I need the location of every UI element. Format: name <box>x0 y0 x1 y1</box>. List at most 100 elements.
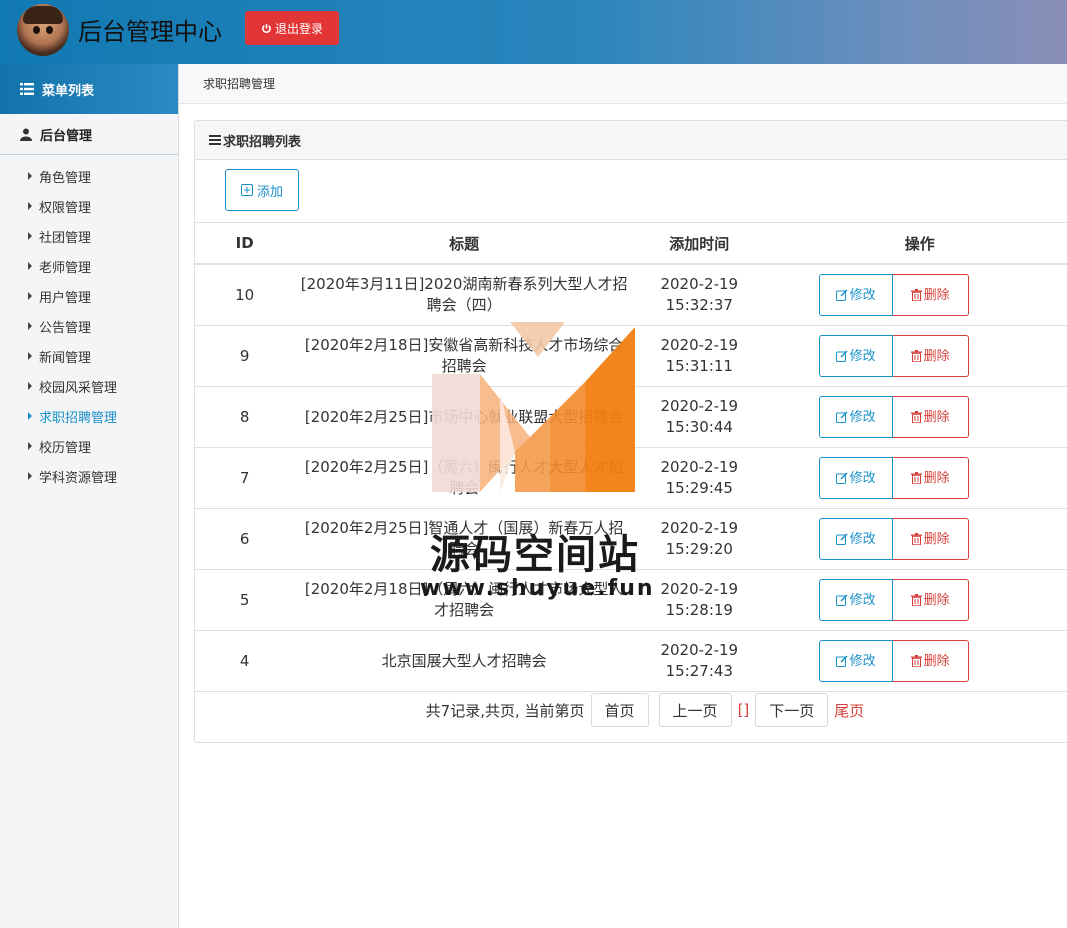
edit-label: 修改 <box>849 653 876 669</box>
delete-button[interactable]: 删除 <box>892 518 969 560</box>
avatar-icon[interactable] <box>17 4 69 56</box>
sidebar-item[interactable]: 求职招聘管理 <box>0 401 178 431</box>
cell-title-text: [2020年3月11日]2020湖南新春系列大型人才招聘会（四） <box>300 275 628 314</box>
delete-button[interactable]: 删除 <box>892 396 969 438</box>
sidebar-item[interactable]: 学科资源管理 <box>0 461 178 491</box>
delete-button[interactable]: 删除 <box>892 274 969 316</box>
current-page[interactable]: [] <box>738 701 750 719</box>
sidebar-item-label: 求职招聘管理 <box>39 410 118 426</box>
sidebar-item[interactable]: 用户管理 <box>0 281 178 311</box>
cell-time: 2020-2-19 15:31:11 <box>633 325 765 387</box>
sidebar-item-label: 角色管理 <box>39 170 92 186</box>
caret-right-icon <box>28 292 32 300</box>
cell-title-text: [2020年2月25日]（周六）闽行人才大型人才招聘会 <box>304 458 624 497</box>
first-page-button[interactable]: 首页 <box>590 693 649 727</box>
sidebar-item[interactable]: 校历管理 <box>0 431 178 461</box>
sidebar-item-label: 校园风采管理 <box>39 380 118 396</box>
sidebar-item[interactable]: 社团管理 <box>0 221 178 251</box>
job-list-panel: 求职招聘列表 添加 ID 标题 添加时间 操作 10 [2020年3月11日]20… <box>194 120 1067 743</box>
trash-icon <box>910 472 922 484</box>
cell-time-text: 2020-2-19 15:28:19 <box>660 580 739 619</box>
edit-icon <box>835 289 848 301</box>
trash-icon <box>910 411 922 423</box>
user-icon <box>20 128 32 141</box>
logout-button[interactable]: 退出登录 <box>245 11 339 45</box>
delete-button[interactable]: 删除 <box>892 457 969 499</box>
table-row: 10 [2020年3月11日]2020湖南新春系列大型人才招聘会（四） 2020-2… <box>195 264 1067 326</box>
sidebar-item[interactable]: 校园风采管理 <box>0 371 178 401</box>
cell-time-text: 2020-2-19 15:32:37 <box>660 275 739 314</box>
sidebar-item[interactable]: 公告管理 <box>0 311 178 341</box>
cell-title: [2020年2月25日]智通人才（国展）新春万人招聘会 <box>294 508 634 570</box>
sidebar-group-label: 后台管理 <box>40 128 93 144</box>
edit-label: 修改 <box>849 592 876 608</box>
cell-title-text: [2020年2月25日]智通人才（国展）新春万人招聘会 <box>304 519 624 558</box>
caret-right-icon <box>28 412 32 420</box>
sidebar-item-label: 权限管理 <box>39 200 92 216</box>
sidebar-item[interactable]: 角色管理 <box>0 161 178 191</box>
delete-label: 删除 <box>923 348 950 364</box>
edit-button[interactable]: 修改 <box>818 396 893 438</box>
trash-icon <box>910 350 922 362</box>
cell-title: [2020年2月18日]（周六）闽行人才市场大型人才招聘会 <box>294 569 634 631</box>
cell-id: 5 <box>195 569 295 631</box>
cell-title-text: [2020年2月25日]市场中心就业联盟大型招聘会 <box>304 407 624 426</box>
edit-button[interactable]: 修改 <box>818 274 893 316</box>
cell-op: 修改 删除 <box>764 508 1067 570</box>
edit-button[interactable]: 修改 <box>818 579 893 621</box>
table-row: 4 北京国展大型人才招聘会 2020-2-19 15:27:43 修改 删除 <box>195 630 1067 692</box>
trash-icon <box>910 289 922 301</box>
delete-button[interactable]: 删除 <box>892 640 969 682</box>
cell-title-text: [2020年2月18日]安徽省高新科技人才市场综合招聘会 <box>304 336 624 375</box>
cell-op: 修改 删除 <box>764 569 1067 631</box>
edit-icon <box>835 533 848 545</box>
delete-label: 删除 <box>923 409 950 425</box>
last-page-link[interactable]: 尾页 <box>834 700 864 721</box>
edit-button[interactable]: 修改 <box>818 335 893 377</box>
col-header-time: 添加时间 <box>633 222 765 265</box>
col-header-id: ID <box>195 222 295 265</box>
cell-time-text: 2020-2-19 15:31:11 <box>660 336 739 375</box>
edit-icon <box>835 594 848 606</box>
caret-right-icon <box>28 382 32 390</box>
cell-id: 7 <box>195 447 295 509</box>
edit-button[interactable]: 修改 <box>818 640 893 682</box>
plus-square-icon <box>240 184 253 196</box>
sidebar-item[interactable]: 新闻管理 <box>0 341 178 371</box>
cell-id: 9 <box>195 325 295 387</box>
caret-right-icon <box>28 202 32 210</box>
caret-right-icon <box>28 472 32 480</box>
list-icon <box>20 83 34 95</box>
edit-button[interactable]: 修改 <box>818 457 893 499</box>
sidebar-item[interactable]: 权限管理 <box>0 191 178 221</box>
prev-page-button[interactable]: 上一页 <box>658 693 732 727</box>
delete-button[interactable]: 删除 <box>892 579 969 621</box>
table-row: 7 [2020年2月25日]（周六）闽行人才大型人才招聘会 2020-2-19 15… <box>195 447 1067 509</box>
add-button[interactable]: 添加 <box>225 169 299 211</box>
cell-title: [2020年2月18日]安徽省高新科技人才市场综合招聘会 <box>294 325 634 387</box>
cell-id: 6 <box>195 508 295 570</box>
sidebar-item-label: 用户管理 <box>39 290 92 306</box>
delete-button[interactable]: 删除 <box>892 335 969 377</box>
cell-title-text: [2020年2月18日]（周六）闽行人才市场大型人才招聘会 <box>304 580 624 619</box>
caret-right-icon <box>28 442 32 450</box>
menu-icon <box>209 135 221 145</box>
table-row: 5 [2020年2月18日]（周六）闽行人才市场大型人才招聘会 2020-2-19 … <box>195 569 1067 631</box>
next-page-button[interactable]: 下一页 <box>755 693 829 727</box>
sidebar-item-label: 老师管理 <box>39 260 92 276</box>
cell-time-text: 2020-2-19 15:27:43 <box>660 641 739 680</box>
edit-button[interactable]: 修改 <box>818 518 893 560</box>
cell-time-text: 2020-2-19 15:30:44 <box>660 397 739 436</box>
menu-list-header: 菜单列表 <box>0 64 178 114</box>
trash-icon <box>910 594 922 606</box>
sidebar-item[interactable]: 老师管理 <box>0 251 178 281</box>
cell-time: 2020-2-19 15:27:43 <box>633 630 765 692</box>
pagination: 共7记录,共页, 当前第页 首页 上一页 [] 下一页 尾页 <box>195 693 1067 727</box>
cell-time: 2020-2-19 15:28:19 <box>633 569 765 631</box>
edit-label: 修改 <box>849 531 876 547</box>
cell-id: 8 <box>195 386 295 448</box>
trash-icon <box>910 655 922 667</box>
sidebar-group-admin[interactable]: 后台管理 <box>0 114 178 155</box>
caret-right-icon <box>28 322 32 330</box>
edit-label: 修改 <box>849 470 876 486</box>
